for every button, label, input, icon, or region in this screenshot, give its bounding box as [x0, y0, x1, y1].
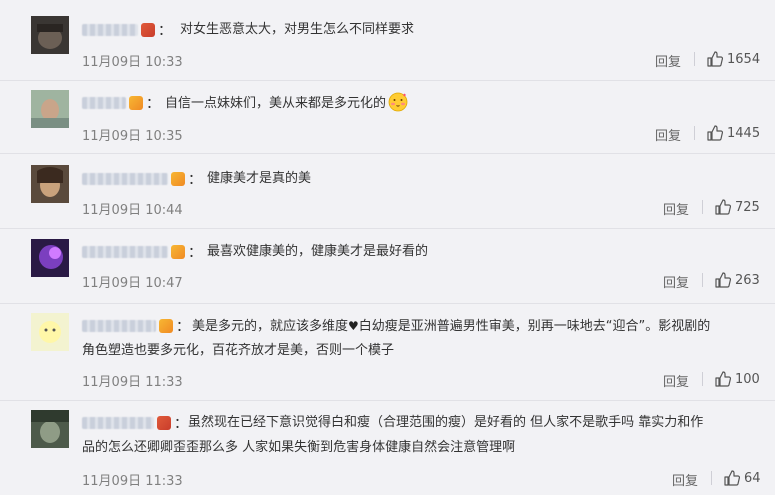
member-badge-icon: [129, 96, 143, 110]
thumbs-up-icon: [715, 199, 731, 215]
like-button[interactable]: 64: [711, 470, 761, 486]
comment-item: ： 虽然现在已经下意识觉得白和瘦（合理范围的瘦）是好看的 但人家不是歌手吗 靠实…: [0, 400, 775, 495]
colon: ：: [188, 172, 202, 188]
comment-time: 11月09日 10:35: [82, 129, 183, 144]
avatar-image: [31, 165, 69, 203]
like-count: 64: [744, 470, 761, 486]
avatar[interactable]: [31, 90, 69, 128]
reply-button[interactable]: 回复: [672, 470, 698, 489]
comment-text: 对女生恶意太大，对男生怎么不同样要求: [180, 22, 415, 37]
username[interactable]: ：: [82, 94, 160, 112]
avatar[interactable]: [31, 410, 69, 448]
like-button[interactable]: 263: [702, 272, 760, 288]
reply-button[interactable]: 回复: [663, 199, 689, 218]
comment-time: 11月09日 10:47: [82, 276, 183, 291]
comment-text-row: 自信一点妹妹们，美从来都是多元化的: [165, 92, 408, 115]
comment-item: ： 对女生恶意太大，对男生怎么不同样要求 11月09日 10:33 回复 165…: [0, 0, 775, 81]
like-count: 263: [735, 272, 760, 288]
thumbs-up-icon: [707, 125, 723, 141]
comment-item: ： 自信一点妹妹们，美从来都是多元化的 11月09日 10:35 回复 1445: [0, 80, 775, 154]
member-badge-icon: [157, 416, 171, 430]
avatar[interactable]: [31, 165, 69, 203]
heart-icon: ♥: [348, 319, 359, 333]
comment-item: ： 美是多元的，就应该多维度♥白幼瘦是亚洲普遍男性审美，别再一味地去“迎合”。影…: [0, 303, 775, 401]
member-badge-icon: [171, 245, 185, 259]
avatar[interactable]: [31, 313, 69, 351]
username[interactable]: ：: [82, 243, 202, 261]
comment-text-line-2: 品的怎么还卿卿歪歪那么多 人家如果失衡到危害身体健康自然会注意管理啊: [82, 440, 516, 455]
thumbs-up-icon: [715, 371, 731, 387]
avatar-image: [31, 90, 69, 128]
avatar-image: [31, 410, 69, 448]
like-count: 1445: [727, 125, 761, 141]
like-count: 1654: [727, 51, 761, 67]
avatar[interactable]: [31, 239, 69, 277]
comment-text: 健康美才是真的美: [207, 171, 312, 186]
avatar-image: [31, 239, 69, 277]
thumbs-up-icon: [724, 470, 740, 486]
comment-time: 11月09日 11:33: [82, 375, 183, 390]
like-button[interactable]: 725: [702, 199, 760, 215]
reply-button[interactable]: 回复: [655, 51, 681, 70]
comment-text-line-2: 角色塑造也要多元化，百花齐放才是美，否则一个模子: [82, 343, 395, 358]
comment-text-line-1: 美是多元的，就应该多维度♥白幼瘦是亚洲普遍男性审美，别再一味地去“迎合”。影视剧…: [192, 315, 710, 338]
member-badge-icon: [159, 319, 173, 333]
comment-time: 11月09日 11:33: [82, 474, 183, 489]
thumbs-up-icon: [715, 272, 731, 288]
like-button[interactable]: 1445: [694, 125, 760, 141]
member-badge-icon: [171, 172, 185, 186]
thumbs-up-icon: [707, 51, 723, 67]
username[interactable]: ：: [82, 170, 202, 188]
username[interactable]: ：: [82, 414, 188, 432]
reply-button[interactable]: 回复: [663, 272, 689, 291]
reply-button[interactable]: 回复: [663, 371, 689, 390]
username[interactable]: ：: [82, 317, 190, 335]
like-button[interactable]: 1654: [694, 51, 760, 67]
like-button[interactable]: 100: [702, 371, 760, 387]
like-count: 100: [735, 371, 760, 387]
reply-button[interactable]: 回复: [655, 125, 681, 144]
comment-text-part: 白幼瘦是亚洲普遍男性审美，别再一味地去“迎合”。影视剧的: [358, 319, 711, 334]
member-badge-icon: [141, 23, 155, 37]
avatar-image: [31, 313, 69, 351]
comment-text-line-1: 虽然现在已经下意识觉得白和瘦（合理范围的瘦）是好看的 但人家不是歌手吗 靠实力和…: [188, 415, 704, 430]
comment-text-part: 美是多元的，就应该多维度: [192, 319, 349, 334]
like-count: 725: [735, 199, 760, 215]
username[interactable]: ：: [82, 21, 172, 39]
comment-item: ： 健康美才是真的美 11月09日 10:44 回复 725: [0, 153, 775, 229]
comment-time: 11月09日 10:33: [82, 55, 183, 70]
colon: ：: [176, 319, 190, 335]
colon: ：: [146, 96, 160, 112]
avatar-image: [31, 16, 69, 54]
comment-item: ： 最喜欢健康美的，健康美才是最好看的 11月09日 10:47 回复 263: [0, 228, 775, 304]
comment-list: ： 对女生恶意太大，对男生怎么不同样要求 11月09日 10:33 回复 165…: [0, 0, 775, 495]
colon: ：: [188, 245, 202, 261]
blushing-kiss-emoji-icon: [388, 92, 408, 112]
avatar[interactable]: [31, 16, 69, 54]
comment-text: 最喜欢健康美的，健康美才是最好看的: [207, 244, 429, 259]
comment-time: 11月09日 10:44: [82, 203, 183, 218]
colon: ：: [174, 416, 188, 432]
comment-text: 自信一点妹妹们，美从来都是多元化的: [165, 96, 387, 111]
colon: ：: [158, 23, 172, 39]
